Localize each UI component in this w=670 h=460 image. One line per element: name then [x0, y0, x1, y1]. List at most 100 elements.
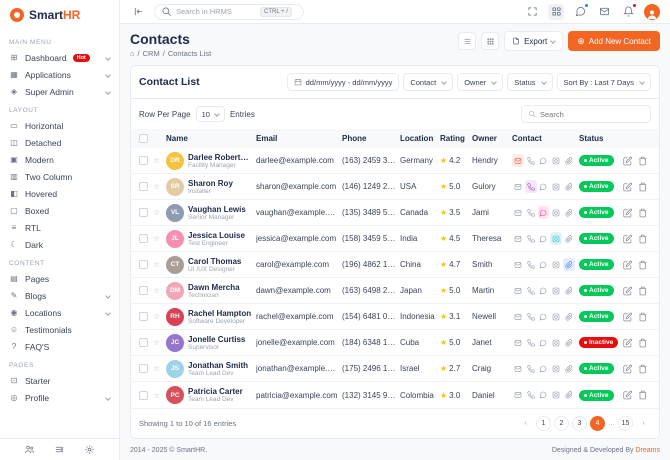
table-row[interactable]: ☆ RH Rachel Hampton Software Developer r…	[131, 304, 659, 330]
chat-square-icon[interactable]	[550, 284, 562, 297]
delete-icon[interactable]	[638, 390, 648, 400]
row-checkbox[interactable]	[139, 312, 148, 321]
phone-icon[interactable]	[525, 310, 537, 323]
delete-icon[interactable]	[638, 234, 648, 244]
cell-name[interactable]: Rachel Hampton	[188, 309, 251, 318]
sidebar-item-boxed[interactable]: ▢ Boxed	[9, 202, 110, 219]
email-icon[interactable]	[512, 336, 524, 349]
pagination-next[interactable]: ›	[636, 416, 651, 431]
favorite-star-icon[interactable]: ☆	[153, 182, 166, 191]
phone-icon[interactable]	[525, 232, 537, 245]
chat-square-icon[interactable]	[550, 206, 562, 219]
sidebar-item-testimonials[interactable]: ☺ Testimonials	[9, 321, 110, 338]
message-icon[interactable]	[538, 154, 550, 167]
chat-square-icon[interactable]	[550, 154, 562, 167]
sidebar-item-super-admin[interactable]: ◈ Super Admin	[9, 83, 110, 100]
chat-square-icon[interactable]	[550, 232, 562, 245]
favorite-star-icon[interactable]: ☆	[153, 260, 166, 269]
message-icon[interactable]	[538, 284, 550, 297]
cell-name[interactable]: Patricia Carter	[188, 387, 243, 396]
attachment-icon[interactable]	[563, 284, 575, 297]
row-checkbox[interactable]	[139, 234, 148, 243]
table-row[interactable]: ☆ JS Jonathan Smith Team Lead Dev jonath…	[131, 356, 659, 382]
table-row[interactable]: ☆ DR Darlee Robertson Facility Manager d…	[131, 148, 659, 174]
sidebar-item-detached[interactable]: ◫ Detached	[9, 134, 110, 151]
favorite-star-icon[interactable]: ☆	[153, 208, 166, 217]
row-checkbox[interactable]	[139, 260, 148, 269]
column-owner[interactable]: Owner	[472, 134, 512, 143]
attachment-icon[interactable]	[563, 180, 575, 193]
edit-icon[interactable]	[623, 208, 633, 218]
home-icon[interactable]: ⌂	[130, 49, 135, 58]
delete-icon[interactable]	[638, 208, 648, 218]
delete-icon[interactable]	[638, 286, 648, 296]
delete-icon[interactable]	[638, 312, 648, 322]
list-view-button[interactable]	[458, 32, 476, 50]
sidebar-item-modern[interactable]: ▣ Modern	[9, 151, 110, 168]
favorite-star-icon[interactable]: ☆	[153, 364, 166, 373]
chat-square-icon[interactable]	[550, 258, 562, 271]
users-icon[interactable]	[21, 442, 37, 458]
row-checkbox[interactable]	[139, 182, 148, 191]
message-icon[interactable]	[538, 362, 550, 375]
email-icon[interactable]	[512, 154, 524, 167]
email-icon[interactable]	[512, 284, 524, 297]
list-settings-icon[interactable]	[51, 442, 67, 458]
message-icon[interactable]	[538, 389, 550, 402]
credit-link[interactable]: Dreams	[635, 447, 660, 454]
phone-icon[interactable]	[525, 336, 537, 349]
apps-grid-icon[interactable]	[548, 4, 564, 20]
delete-icon[interactable]	[638, 260, 648, 270]
email-icon[interactable]	[512, 258, 524, 271]
owner-filter-dropdown[interactable]: Owner	[457, 73, 503, 91]
cell-name[interactable]: Dawn Mercha	[188, 283, 240, 292]
edit-icon[interactable]	[623, 182, 633, 192]
cell-name[interactable]: Jonelle Curtiss	[188, 335, 245, 344]
pagination-page-1[interactable]: 1	[536, 416, 551, 431]
cell-name[interactable]: Carol Thomas	[188, 257, 241, 266]
table-row[interactable]: ☆ PC Patricia Carter Team Lead Dev patri…	[131, 382, 659, 408]
column-location[interactable]: Location	[400, 134, 440, 143]
attachment-icon[interactable]	[563, 362, 575, 375]
sidebar-item-rtl[interactable]: ≡ RTL	[9, 219, 110, 236]
sidebar-item-locations[interactable]: ◉ Locations	[9, 304, 110, 321]
attachment-icon[interactable]	[563, 310, 575, 323]
phone-icon[interactable]	[525, 389, 537, 402]
column-rating[interactable]: Rating	[440, 134, 472, 143]
cell-name[interactable]: Sharon Roy	[188, 179, 233, 188]
attachment-icon[interactable]	[563, 389, 575, 402]
phone-icon[interactable]	[525, 180, 537, 193]
favorite-star-icon[interactable]: ☆	[153, 312, 166, 321]
sidebar-item-profile[interactable]: ◎ Profile	[9, 389, 110, 406]
column-phone[interactable]: Phone	[342, 134, 400, 143]
gear-icon[interactable]	[82, 442, 98, 458]
sidebar-item-horizontal[interactable]: ▭ Horizontal	[9, 117, 110, 134]
user-avatar[interactable]	[644, 4, 660, 20]
table-row[interactable]: ☆ VL Vaughan Lewis Senior Manager vaugha…	[131, 200, 659, 226]
edit-icon[interactable]	[623, 338, 633, 348]
column-status[interactable]: Status	[579, 134, 623, 143]
table-row[interactable]: ☆ CT Carol Thomas UI /UX Designer carol@…	[131, 252, 659, 278]
sidebar-item-hovered[interactable]: ◧ Hovered	[9, 185, 110, 202]
edit-icon[interactable]	[623, 260, 633, 270]
message-icon[interactable]	[538, 258, 550, 271]
edit-icon[interactable]	[623, 156, 633, 166]
grid-view-button[interactable]	[481, 32, 499, 50]
favorite-star-icon[interactable]: ☆	[153, 391, 166, 400]
status-filter-dropdown[interactable]: Status	[507, 73, 552, 91]
email-icon[interactable]	[512, 362, 524, 375]
sidebar-item-starter[interactable]: ⊡ Starter	[9, 372, 110, 389]
column-contact[interactable]: Contact	[512, 134, 579, 143]
favorite-star-icon[interactable]: ☆	[153, 338, 166, 347]
row-checkbox[interactable]	[139, 338, 148, 347]
table-search[interactable]	[521, 105, 651, 123]
email-icon[interactable]	[512, 180, 524, 193]
fullscreen-icon[interactable]	[524, 4, 540, 20]
sidebar-item-faq-s[interactable]: ? FAQ'S	[9, 338, 110, 355]
attachment-icon[interactable]	[563, 336, 575, 349]
row-checkbox[interactable]	[139, 286, 148, 295]
phone-icon[interactable]	[525, 284, 537, 297]
chat-square-icon[interactable]	[550, 389, 562, 402]
sidebar-item-dark[interactable]: ☾ Dark	[9, 236, 110, 253]
favorite-star-icon[interactable]: ☆	[153, 156, 166, 165]
